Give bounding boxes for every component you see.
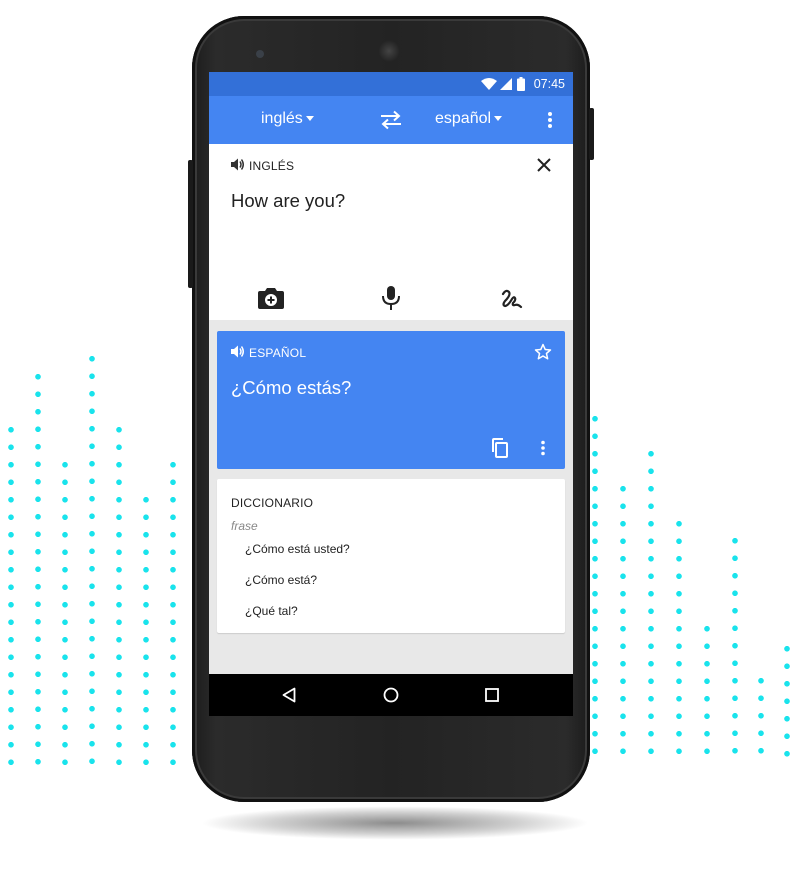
signal-icon (500, 78, 512, 90)
copy-icon[interactable] (491, 438, 509, 458)
star-icon[interactable] (534, 343, 552, 361)
swap-arrows-icon[interactable] (379, 109, 403, 131)
more-vert-icon[interactable] (545, 111, 555, 129)
speaker-icon[interactable] (231, 345, 245, 358)
translation-card[interactable]: ESPAÑOL ¿Cómo estás? (217, 331, 565, 469)
chevron-down-icon (494, 116, 503, 122)
home-icon[interactable] (383, 687, 399, 703)
source-language-dropdown[interactable]: inglés (261, 110, 314, 128)
phone-screen: 07:45 inglés español INGLÉS How are you?… (209, 72, 573, 716)
microphone-icon[interactable] (381, 285, 401, 311)
source-input-card[interactable]: INGLÉS How are you? (209, 144, 573, 320)
camera-icon[interactable] (257, 286, 285, 310)
phone-frame: 07:45 inglés español INGLÉS How are you?… (188, 16, 594, 802)
target-language-dropdown[interactable]: español (435, 110, 503, 128)
source-language-tag: INGLÉS (249, 159, 295, 173)
source-language-label: inglés (261, 110, 303, 127)
status-time: 07:45 (533, 77, 565, 91)
back-icon[interactable] (282, 687, 296, 703)
source-text[interactable]: How are you? (231, 190, 345, 212)
part-of-speech: frase (231, 519, 258, 533)
dictionary-entry[interactable]: ¿Cómo está? (245, 573, 317, 587)
status-bar: 07:45 (209, 72, 573, 96)
target-language-label: español (435, 110, 492, 127)
front-sensor (256, 50, 264, 58)
target-language-tag: ESPAÑOL (249, 346, 307, 360)
earpiece-speaker (378, 40, 400, 62)
close-icon[interactable] (537, 158, 551, 172)
more-vert-icon[interactable] (539, 440, 547, 456)
battery-icon (517, 77, 525, 91)
speaker-icon[interactable] (231, 158, 245, 171)
dictionary-entry[interactable]: ¿Cómo está usted? (245, 542, 350, 556)
dictionary-card: DICCIONARIO frase ¿Cómo está usted? ¿Cóm… (217, 479, 565, 633)
app-bar: inglés español (209, 96, 573, 144)
dictionary-title: DICCIONARIO (231, 496, 314, 510)
handwriting-icon[interactable] (500, 288, 524, 310)
dictionary-entry[interactable]: ¿Qué tal? (245, 604, 298, 618)
power-button (589, 108, 594, 160)
navigation-bar (209, 674, 573, 716)
wifi-icon (481, 78, 497, 90)
recents-icon[interactable] (485, 688, 499, 702)
volume-button (188, 160, 193, 288)
chevron-down-icon (305, 116, 314, 122)
phone-shadow (200, 806, 590, 840)
translated-text[interactable]: ¿Cómo estás? (231, 377, 351, 399)
